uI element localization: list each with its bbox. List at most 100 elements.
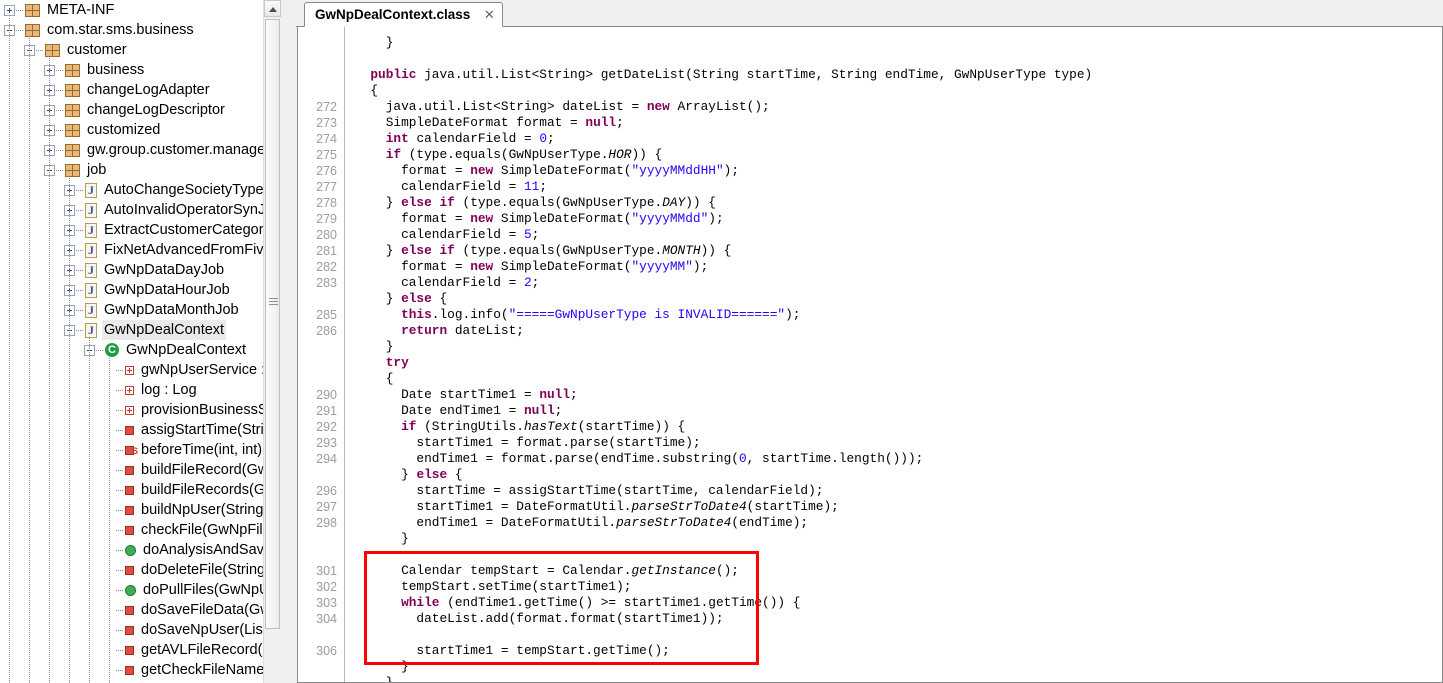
code-token: try xyxy=(385,355,409,370)
tree-item-dopullfiles-gwnpuserty[interactable]: doPullFiles(GwNpUserTy xyxy=(0,580,296,600)
tree-item-changelogdescriptor[interactable]: changeLogDescriptor xyxy=(0,100,280,120)
tree-item-checkfile-gwnpfilereco[interactable]: checkFile(GwNpFileReco xyxy=(0,520,296,540)
code-token: } xyxy=(355,291,402,306)
line-number-blank xyxy=(298,371,344,387)
tree-item-assigstarttime-string-in[interactable]: assigStartTime(String, in xyxy=(0,420,296,440)
tree-item-fixnetadvancedfromfiveginfos[interactable]: FixNetAdvancedFromFivegInfoS xyxy=(0,240,296,260)
tree-vertical-scrollbar[interactable] xyxy=(263,0,281,683)
tree-item-gwnpdealcontext[interactable]: GwNpDealContext xyxy=(0,340,280,360)
code-token: } xyxy=(355,243,402,258)
tree-connector xyxy=(56,69,63,71)
tree-item-dodeletefile-string-voi[interactable]: doDeleteFile(String) : voi xyxy=(0,560,296,580)
line-number-list: 272 273 274 275 276 277 278 279 280 281 282 283 285 2… xyxy=(298,35,344,682)
code-token: this xyxy=(401,307,432,322)
code-token: new xyxy=(470,211,494,226)
code-token: HOR xyxy=(608,147,632,162)
code-token: } xyxy=(355,467,417,482)
tree-item-buildfilerecord-gwnpfil[interactable]: buildFileRecord(GwNpFil xyxy=(0,460,296,480)
tree-guide-line xyxy=(29,38,30,683)
code-token: } xyxy=(355,195,402,210)
close-icon[interactable]: ✕ xyxy=(482,7,496,22)
code-text-area[interactable]: } public java.util.List<String> getDateL… xyxy=(345,27,1442,682)
code-line: calendarField = 2; xyxy=(355,275,1442,291)
code-token: else if xyxy=(401,243,455,258)
tab-gwnpdealcontext-class[interactable]: GwNpDealContext.class ✕ xyxy=(304,2,504,27)
line-number-blank xyxy=(298,627,344,643)
tree-item-job[interactable]: job xyxy=(0,160,280,180)
tree-item-label: customized xyxy=(87,122,161,138)
tree-item-customer[interactable]: customer xyxy=(0,40,280,60)
tree-item-beforetime-int-int-stri[interactable]: SbeforeTime(int, int) : Stri xyxy=(0,440,296,460)
tree-item-buildfilerecords-gwnpu[interactable]: buildFileRecords(GwNpU xyxy=(0,480,296,500)
tree-item-changelogadapter[interactable]: changeLogAdapter xyxy=(0,80,280,100)
expand-icon[interactable] xyxy=(4,4,15,16)
code-token: Calendar tempStart = Calendar. xyxy=(355,563,632,578)
tree-item-doanalysisandsave-gwn[interactable]: doAnalysisAndSave(GwN xyxy=(0,540,296,560)
code-line: tempStart.setTime(startTime1); xyxy=(355,579,1442,595)
tree-item-autochangesocietytypeproces[interactable]: AutoChangeSocietyTypeProces xyxy=(0,180,296,200)
tree-item-getcheckfilenames-list[interactable]: getCheckFileNames(List< xyxy=(0,660,296,680)
scrollbar-thumb[interactable] xyxy=(265,19,280,629)
tree-item-gwnpdatahourjob[interactable]: GwNpDataHourJob xyxy=(0,280,280,300)
private-method-icon xyxy=(125,465,134,475)
tree-item-meta-inf[interactable]: META-INF xyxy=(0,0,280,20)
code-token: else xyxy=(401,291,432,306)
tree-item-dosavefiledata-gwnpfil[interactable]: doSaveFileData(GwNpFil xyxy=(0,600,296,620)
tree-item-label: GwNpDataMonthJob xyxy=(104,302,239,318)
code-token: } xyxy=(355,531,409,546)
code-token: getInstance xyxy=(631,563,716,578)
tree-connector xyxy=(16,29,23,31)
code-token: , startTime.length())); xyxy=(746,451,924,466)
tree-item-dosavenpuser-list-gwn[interactable]: doSaveNpUser(List<GwN xyxy=(0,620,296,640)
package-icon xyxy=(65,123,80,137)
tree-item-gw-group-customer-manager[interactable]: gw.group.customer.manager xyxy=(0,140,280,160)
private-field-icon xyxy=(125,365,134,375)
line-number-blank xyxy=(298,547,344,563)
tree-item-extractcustomercategorytagjo[interactable]: ExtractCustomerCategoryTagJo xyxy=(0,220,296,240)
tree-connector xyxy=(116,449,123,451)
code-token: )) { xyxy=(700,243,732,258)
line-number: 301 xyxy=(316,564,337,578)
tree-item-provisionbusinessservice[interactable]: provisionBusinessService xyxy=(0,400,296,420)
code-editor[interactable]: 272 273 274 275 276 277 278 279 280 281 282 283 285 2… xyxy=(297,27,1443,683)
scroll-up-arrow-icon[interactable] xyxy=(264,0,281,17)
code-token: new xyxy=(646,99,670,114)
code-token: startTime1 = DateFormatUtil. xyxy=(355,499,632,514)
tree-connector xyxy=(116,369,123,371)
line-number: 279 xyxy=(316,212,337,226)
tree-item-gwnpdealcontext[interactable]: GwNpDealContext xyxy=(0,320,280,340)
tree-item-gwnpdatamonthjob[interactable]: GwNpDataMonthJob xyxy=(0,300,280,320)
code-token: new xyxy=(470,163,494,178)
tree-item-business[interactable]: business xyxy=(0,60,280,80)
code-line: return dateList; xyxy=(355,323,1442,339)
code-line: } else if (type.equals(GwNpUserType.DAY)… xyxy=(355,195,1442,211)
private-method-icon xyxy=(125,625,134,635)
tree-item-gwnpdatadayjob[interactable]: GwNpDataDayJob xyxy=(0,260,280,280)
code-token: SimpleDateFormat format = xyxy=(355,115,586,130)
package-explorer-tree[interactable]: META-INF com.star.sms.business customer bus… xyxy=(0,0,296,680)
code-token: (endTime); xyxy=(731,515,809,530)
line-number-blank xyxy=(298,51,344,67)
tree-item-getavlfilerecord-list-g[interactable]: getAVLFileRecord(List<G xyxy=(0,640,296,660)
tree-connector xyxy=(76,209,83,211)
tree-item-log-log[interactable]: log : Log xyxy=(0,380,280,400)
code-line: if (type.equals(GwNpUserType.HOR)) { xyxy=(355,147,1442,163)
line-number: 296 xyxy=(316,484,337,498)
private-method-icon xyxy=(125,505,134,515)
tree-item-autoinvalidoperatorsynjob[interactable]: AutoInvalidOperatorSynJob xyxy=(0,200,281,220)
tree-item-buildnpuser-string-g[interactable]: buildNpUser(String[]) : G xyxy=(0,500,296,520)
tree-item-customized[interactable]: customized xyxy=(0,120,280,140)
code-line: } xyxy=(355,659,1442,675)
code-token: Date endTime1 = xyxy=(355,403,524,418)
code-token: java.util.List<String> getDateList(Strin… xyxy=(416,67,1093,82)
code-token: } xyxy=(355,35,394,50)
private-method-icon xyxy=(125,645,134,655)
tree-item-com-star-sms-business[interactable]: com.star.sms.business xyxy=(0,20,280,40)
code-token: startTime1 = tempStart.getTime(); xyxy=(355,643,670,658)
tree-guide-line xyxy=(109,358,110,683)
tree-item-gwnpuserservice-igwn[interactable]: gwNpUserService : IGwN xyxy=(0,360,296,380)
code-token: ); xyxy=(708,211,724,226)
